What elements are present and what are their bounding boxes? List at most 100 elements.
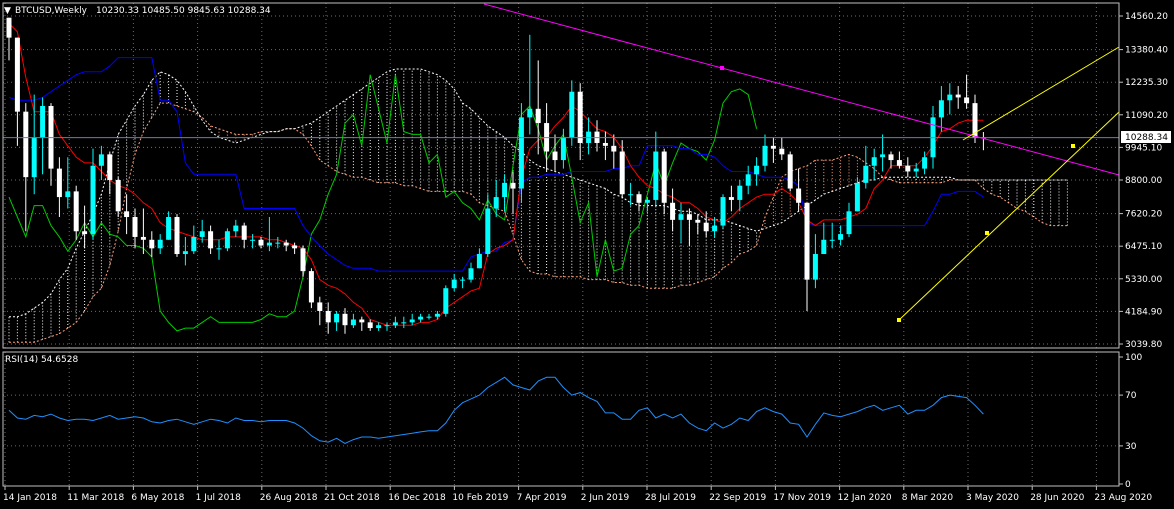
candle-body <box>619 151 625 195</box>
candle-body <box>6 17 12 38</box>
candle-body <box>73 191 79 232</box>
candle-body <box>250 239 256 241</box>
candle-body <box>636 194 642 203</box>
candle-body <box>737 185 743 200</box>
candle-body <box>401 322 407 324</box>
candle-body <box>661 151 667 203</box>
candle-body <box>342 313 348 326</box>
candle-body <box>653 151 659 200</box>
candle-body <box>871 157 877 166</box>
candle-body <box>552 151 558 161</box>
candle-body <box>804 202 810 280</box>
candle-body <box>359 319 365 323</box>
candle-body <box>762 145 768 166</box>
channel-anchor <box>1071 144 1075 148</box>
candle-body <box>56 168 62 198</box>
candle-body <box>98 154 104 166</box>
price-tick-label: 12235.30 <box>1125 78 1168 88</box>
candle-body <box>812 254 818 280</box>
candle-body <box>241 225 247 240</box>
candle-body <box>964 97 970 104</box>
candle-body <box>955 94 961 98</box>
date-tick-label: 12 Jan 2020 <box>838 493 892 503</box>
candle-body <box>779 148 785 155</box>
candle-body <box>863 165 869 183</box>
candle-body <box>628 194 634 196</box>
candle-body <box>132 217 138 237</box>
candle-body <box>292 245 298 249</box>
candle-body <box>157 239 163 249</box>
candle-body <box>124 211 130 218</box>
candle-body <box>418 316 424 320</box>
candle-body <box>350 319 356 326</box>
candle-body <box>460 279 466 281</box>
date-tick-label: 11 Mar 2018 <box>67 493 124 503</box>
chart-background <box>0 0 1174 509</box>
candle-body <box>140 236 146 240</box>
candle-body <box>443 288 449 314</box>
symbol-header: BTCUSD,Weekly <box>15 6 88 16</box>
candle-body <box>434 313 440 317</box>
candle-body <box>678 214 684 220</box>
candle-body <box>224 231 230 249</box>
candle-body <box>409 319 415 323</box>
candle-body <box>82 231 88 235</box>
date-tick-label: 3 May 2020 <box>966 493 1019 503</box>
candle-body <box>560 137 566 161</box>
candle-body <box>880 154 886 158</box>
date-tick-label: 21 Oct 2018 <box>324 493 380 503</box>
candle-body <box>712 225 718 232</box>
candle-body <box>670 202 676 220</box>
price-tick-label: 7620.20 <box>1125 210 1162 220</box>
candle-body <box>602 142 608 146</box>
date-tick-label: 17 Nov 2019 <box>773 493 831 503</box>
candle-body <box>611 145 617 152</box>
candle-body <box>115 180 121 212</box>
candle-body <box>182 251 188 255</box>
channel-anchor <box>897 318 901 322</box>
candle-body <box>31 137 37 178</box>
candle-body <box>796 188 802 203</box>
candle-body <box>266 242 272 246</box>
date-tick-label: 22 Sep 2019 <box>709 493 766 503</box>
candle-body <box>518 117 524 189</box>
candle-body <box>838 234 844 240</box>
date-tick-label: 23 Aug 2020 <box>1094 493 1152 503</box>
price-tick-label: 13380.40 <box>1125 46 1168 56</box>
price-tick-label: 6475.10 <box>1125 242 1162 252</box>
candle-body <box>947 94 953 101</box>
symbol-header-arrow: ▼ <box>4 6 11 16</box>
candle-body <box>493 197 499 209</box>
date-tick-label: 6 May 2018 <box>131 493 184 503</box>
rsi-tick-label: 70 <box>1125 391 1137 401</box>
candle-body <box>23 111 29 178</box>
candle-body <box>392 322 398 326</box>
candle-body <box>468 268 474 280</box>
candle-body <box>199 231 205 237</box>
date-tick-label: 7 Apr 2019 <box>517 493 567 503</box>
price-tick-label: 5330.00 <box>1125 275 1162 285</box>
candle-body <box>787 154 793 189</box>
price-tick-label: 4184.90 <box>1125 307 1162 317</box>
date-tick-label: 16 Dec 2018 <box>388 493 446 503</box>
candle-body <box>90 165 96 235</box>
candle-body <box>569 91 575 138</box>
candle-body <box>896 160 902 166</box>
candle-body <box>107 154 113 180</box>
date-tick-label: 10 Feb 2019 <box>452 493 508 503</box>
candle-body <box>283 242 289 246</box>
date-tick-label: 28 Jul 2019 <box>645 493 696 503</box>
date-tick-label: 1 Jul 2018 <box>196 493 241 503</box>
chart-svg: 14560.20 13380.40 12235.30 11090.20 9945.10 8… <box>0 0 1174 509</box>
candle-body <box>216 248 222 250</box>
candle-body <box>686 214 692 220</box>
date-tick-label: 2 Jun 2019 <box>581 493 630 503</box>
candle-body <box>14 37 20 112</box>
candle-body <box>334 313 340 323</box>
date-tick-label: 8 Mar 2020 <box>902 493 954 503</box>
candle-body <box>485 208 491 255</box>
rsi-tick-label: 30 <box>1125 442 1137 452</box>
candle-body <box>644 199 650 203</box>
candle-body <box>367 322 373 329</box>
candle-body <box>258 239 264 246</box>
